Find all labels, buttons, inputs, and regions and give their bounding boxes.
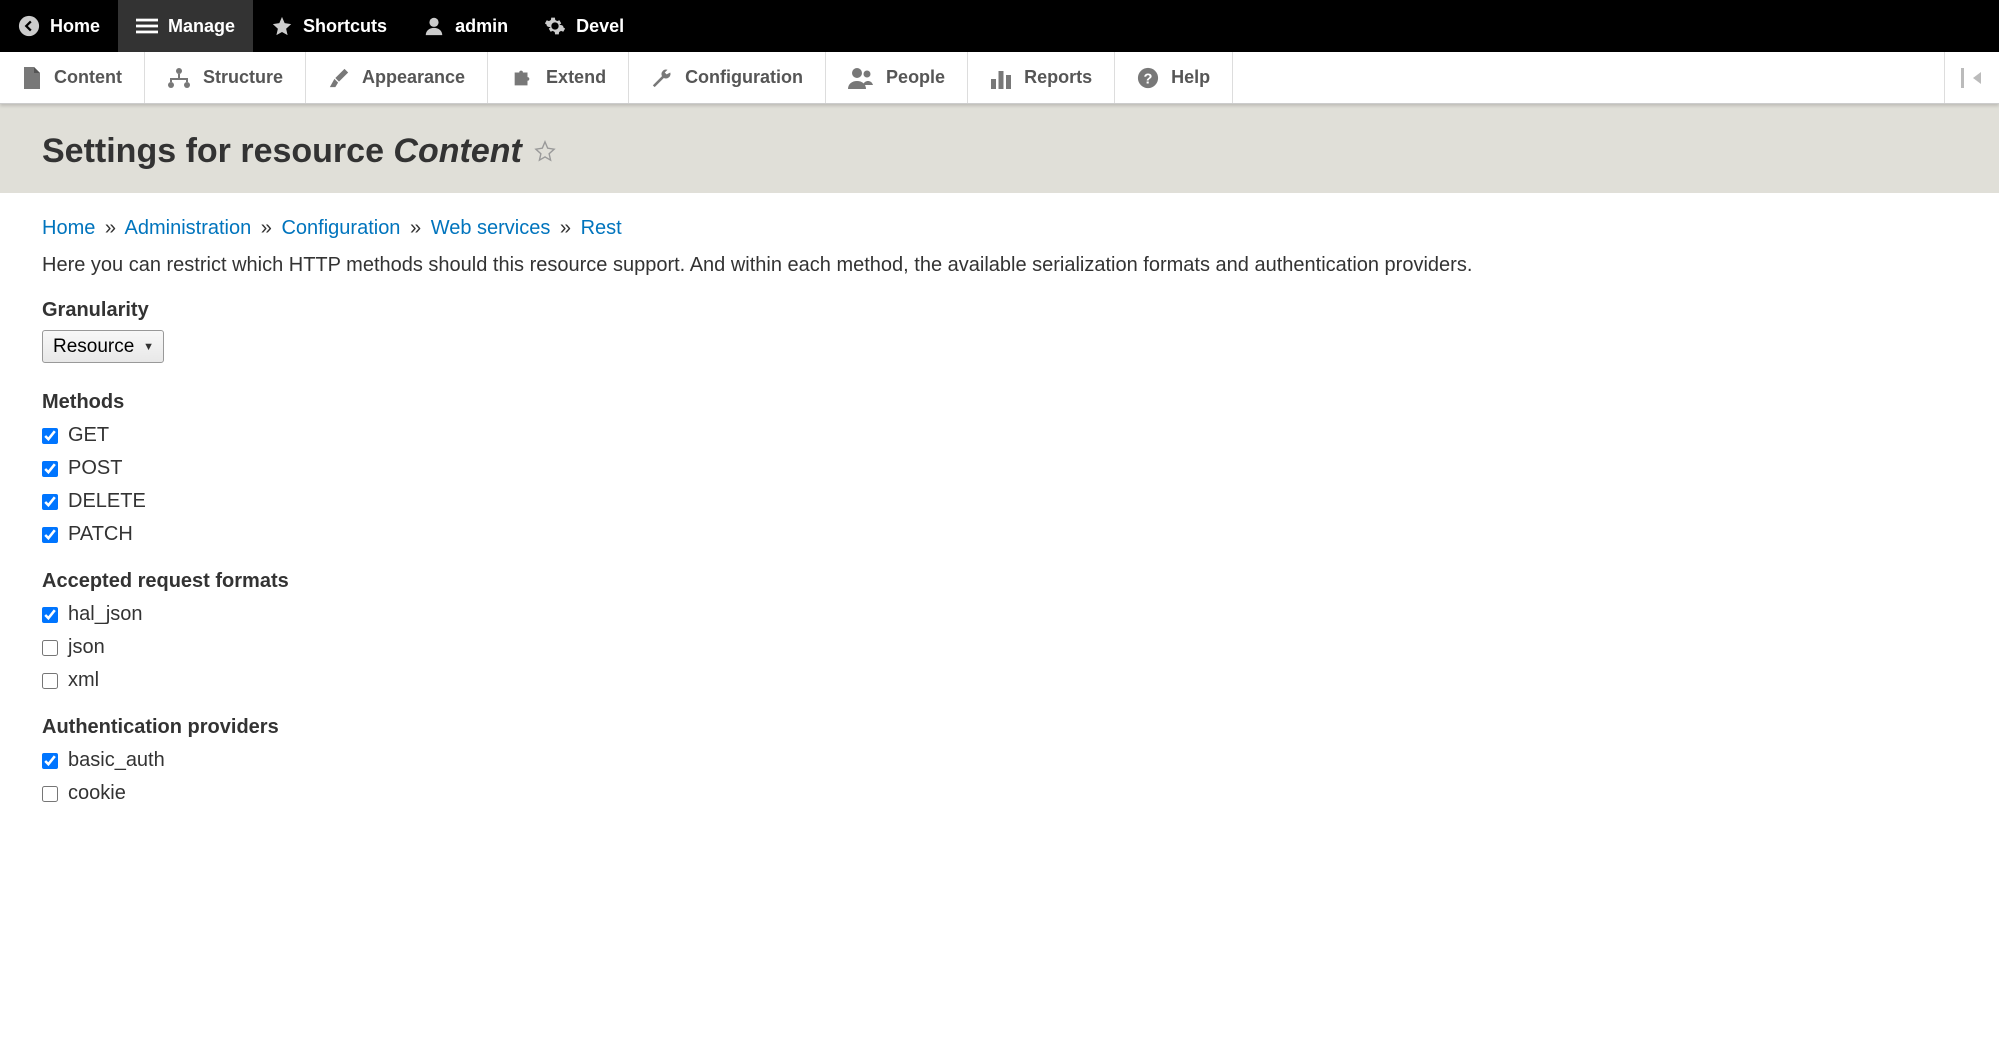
format-label: hal_json [68,603,143,626]
method-checkbox-get[interactable] [42,428,58,444]
method-label: POST [68,457,122,480]
people-icon [848,67,874,89]
help-icon: ? [1137,67,1159,89]
page-header-region: Settings for resource Content [0,104,1999,193]
toolbar-back-home[interactable]: Home [0,0,118,52]
page-title: Settings for resource Content [42,132,1957,171]
method-label: PATCH [68,523,133,546]
auth-row: cookie [42,782,1957,805]
formats-fieldset-title: Accepted request formats [42,570,1957,593]
wrench-icon [651,67,673,89]
toolbar-shortcuts[interactable]: Shortcuts [253,0,405,52]
nav-content[interactable]: Content [0,52,145,103]
puzzle-icon [510,67,534,89]
breadcrumb-web[interactable]: Web services [431,217,551,239]
nav-help[interactable]: ? Help [1115,52,1233,103]
svg-text:?: ? [1144,71,1153,87]
format-row: json [42,636,1957,659]
nav-configuration[interactable]: Configuration [629,52,826,103]
auth-row: basic_auth [42,749,1957,772]
format-checkbox-xml[interactable] [42,673,58,689]
breadcrumb: Home » Administration » Configuration » … [42,217,1957,240]
methods-group: GET POST DELETE PATCH [42,424,1957,546]
toolbar-home-label: Home [50,16,100,37]
toolbar-shortcuts-label: Shortcuts [303,16,387,37]
breadcrumb-home[interactable]: Home [42,217,95,239]
toolbar-collapse[interactable] [1944,52,1999,103]
method-row: POST [42,457,1957,480]
nav-appearance[interactable]: Appearance [306,52,488,103]
toolbar-secondary: Content Structure Appearance Extend Conf… [0,52,1999,104]
toolbar-manage[interactable]: Manage [118,0,253,52]
toolbar-user-label: admin [455,16,508,37]
format-checkbox-json[interactable] [42,640,58,656]
nav-extend[interactable]: Extend [488,52,629,103]
formats-group: hal_jsonjson xml [42,603,1957,692]
star-icon [271,15,293,37]
breadcrumb-admin[interactable]: Administration [125,217,252,239]
granularity-label: Granularity [42,299,1957,322]
hierarchy-icon [167,67,191,89]
toolbar-devel[interactable]: Devel [526,0,642,52]
toolbar-top: Home Manage Shortcuts admin Devel [0,0,1999,52]
method-row: DELETE [42,490,1957,513]
nav-people[interactable]: People [826,52,968,103]
toolbar-manage-label: Manage [168,16,235,37]
auth-label: cookie [68,782,126,805]
page-description: Here you can restrict which HTTP methods… [42,254,1957,277]
bar-chart-icon [990,67,1012,89]
method-row: GET [42,424,1957,447]
auth-label: basic_auth [68,749,165,772]
method-label: GET [68,424,109,447]
method-checkbox-patch[interactable] [42,527,58,543]
auth-group: basic_authcookie [42,749,1957,805]
toolbar-devel-label: Devel [576,16,624,37]
main-content: Home » Administration » Configuration » … [0,193,1999,853]
auth-checkbox-basic_auth[interactable] [42,753,58,769]
gear-icon [544,15,566,37]
file-icon [22,67,42,89]
user-icon [423,15,445,37]
auth-fieldset-title: Authentication providers [42,716,1957,739]
format-row: hal_json [42,603,1957,626]
format-label: xml [68,669,99,692]
format-checkbox-hal_json[interactable] [42,607,58,623]
toolbar-user[interactable]: admin [405,0,526,52]
nav-structure[interactable]: Structure [145,52,306,103]
method-label: DELETE [68,490,146,513]
breadcrumb-config[interactable]: Configuration [281,217,400,239]
granularity-select[interactable]: Resource [42,330,164,363]
format-label: json [68,636,105,659]
hamburger-icon [136,15,158,37]
nav-reports[interactable]: Reports [968,52,1115,103]
format-row: xml [42,669,1957,692]
breadcrumb-rest[interactable]: Rest [581,217,622,239]
collapse-left-icon [1961,68,1983,88]
method-checkbox-delete[interactable] [42,494,58,510]
method-checkbox-post[interactable] [42,461,58,477]
chevron-left-circle-icon [18,15,40,37]
method-row: PATCH [42,523,1957,546]
methods-fieldset-title: Methods [42,391,1957,414]
paintbrush-icon [328,67,350,89]
auth-checkbox-cookie[interactable] [42,786,58,802]
shortcut-star-icon[interactable] [534,132,556,171]
